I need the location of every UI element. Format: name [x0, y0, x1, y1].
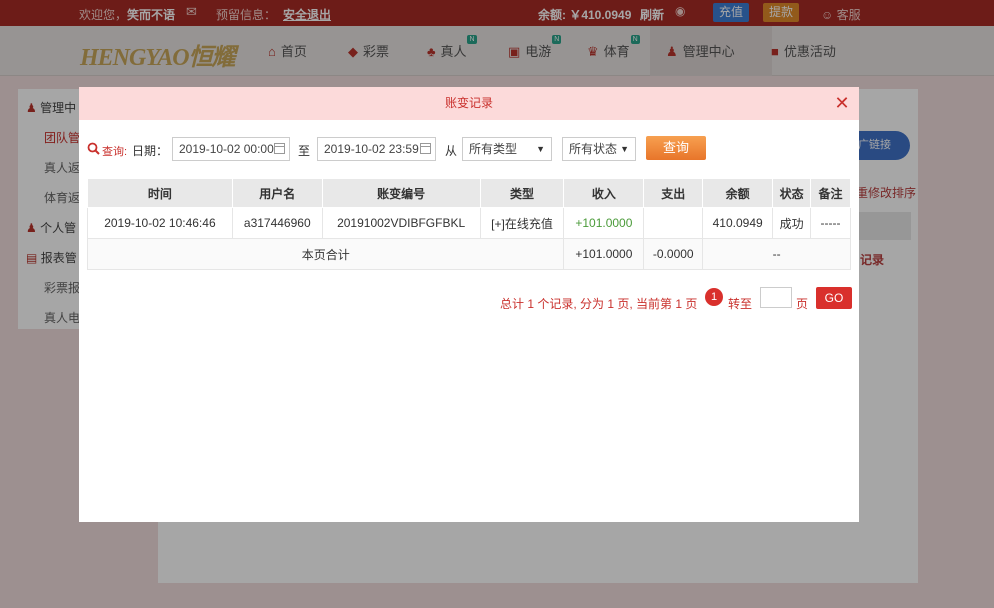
summary-expense: -0.0000 — [643, 238, 704, 270]
from-label: 从 — [445, 144, 458, 158]
status-select[interactable]: 所有状态 ▼ — [562, 137, 636, 161]
col-time: 时间 — [87, 178, 233, 208]
cell-balance: 410.0949 — [702, 207, 774, 239]
cell-status: 成功 — [772, 207, 812, 239]
col-username: 用户名 — [231, 178, 323, 208]
date-label: 日期： — [132, 144, 169, 158]
summary-rest: -- — [702, 238, 851, 270]
calendar-icon[interactable] — [274, 143, 285, 154]
query-label: 查询: — [102, 146, 128, 158]
modal-header: 账变记录 ✕ — [79, 87, 859, 120]
modal-title: 账变记录 — [444, 96, 493, 110]
date-from-input[interactable]: 2019-10-02 00:00 — [172, 137, 290, 161]
summary-income: +101.0000 — [563, 238, 645, 270]
cell-income: +101.0000 — [563, 207, 645, 239]
pager-summary: 总计 1 个记录, 分为 1 页, 当前第 1 页 — [500, 297, 698, 311]
col-type: 类型 — [479, 178, 565, 208]
col-status: 状态 — [772, 178, 812, 208]
col-id: 账变编号 — [321, 178, 481, 208]
page-input[interactable] — [760, 287, 792, 308]
col-expense: 支出 — [643, 178, 704, 208]
type-select[interactable]: 所有类型 ▼ — [462, 137, 552, 161]
col-balance: 余额 — [702, 178, 774, 208]
summary-row: 本页合计 +101.0000 -0.0000 -- — [86, 238, 851, 270]
cell-type: [+]在线充值 — [479, 207, 565, 239]
calendar-icon[interactable] — [420, 143, 431, 154]
go-button[interactable]: GO — [816, 287, 852, 309]
col-note: 备注 — [810, 178, 851, 208]
close-icon[interactable]: ✕ — [834, 94, 850, 112]
col-income: 收入 — [563, 178, 645, 208]
query-button[interactable]: 查询 — [646, 136, 706, 160]
date-to-input[interactable]: 2019-10-02 23:59 — [317, 137, 436, 161]
cell-expense — [643, 207, 704, 239]
cell-id: 20191002VDIBFGFBKL — [321, 207, 481, 239]
to-label: 至 — [298, 144, 311, 158]
table-row: 2019-10-02 10:46:46 a317446960 20191002V… — [87, 207, 851, 239]
cell-time: 2019-10-02 10:46:46 — [87, 207, 233, 239]
cell-username: a317446960 — [231, 207, 323, 239]
dropdown-arrow-icon: ▼ — [536, 144, 545, 154]
cell-note: ----- — [810, 207, 851, 239]
page-unit: 页 — [796, 297, 809, 311]
table-header-row: 时间 用户名 账变编号 类型 收入 支出 余额 状态 备注 — [87, 178, 851, 208]
dropdown-arrow-icon: ▼ — [620, 144, 629, 154]
transaction-modal: 账变记录 ✕ 查询: 日期： 2019-10-02 00:00 至 2019-1… — [79, 87, 859, 522]
goto-label: 转至 — [728, 297, 753, 311]
current-page-badge[interactable]: 1 — [705, 288, 723, 306]
summary-label: 本页合计 — [86, 238, 565, 270]
transactions-table: 时间 用户名 账变编号 类型 收入 支出 余额 状态 备注 2019-10-02… — [86, 178, 851, 270]
search-icon — [87, 142, 100, 155]
